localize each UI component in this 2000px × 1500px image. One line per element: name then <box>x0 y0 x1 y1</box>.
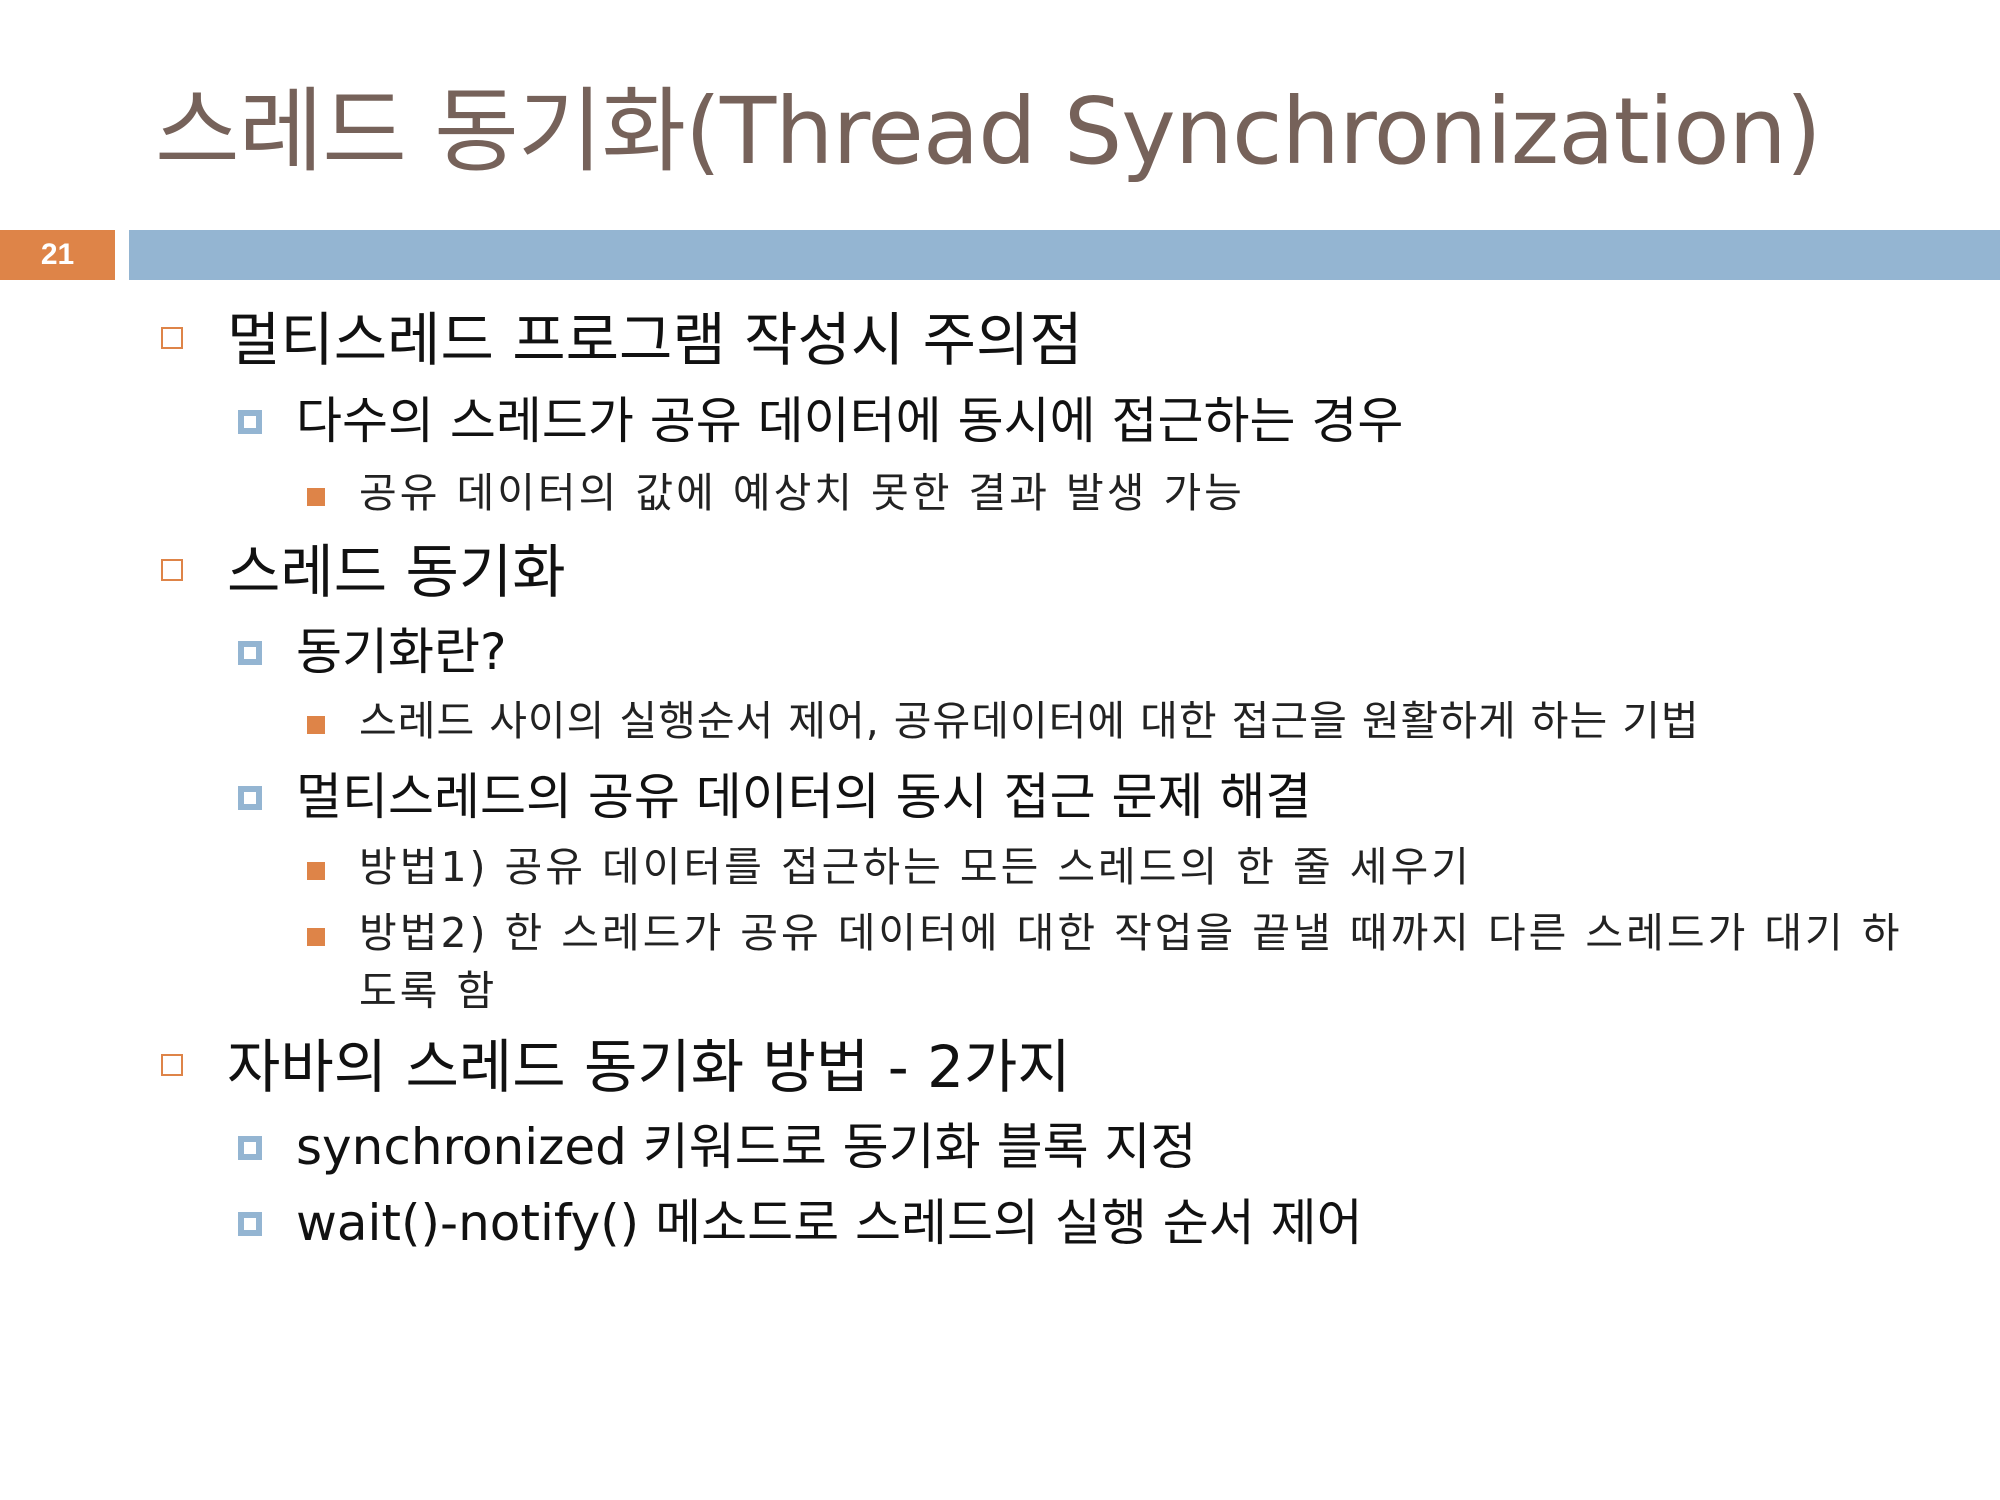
bullet-text: 방법2) 한 스레드가 공유 데이터에 대한 작업을 끝낼 때까지 다른 스레드… <box>359 909 1903 1015</box>
bullet-item-level2: 멀티스레드의 공유 데이터의 동시 접근 문제 해결 <box>238 762 1312 832</box>
bullet-item-level3: 스레드 사이의 실행순서 제어, 공유데이터에 대한 접근을 원활하게 하는 기… <box>307 692 1700 750</box>
bullet-text: 멀티스레드 프로그램 작성시 주의점 <box>227 306 1083 374</box>
blue-square-bullet-icon <box>238 641 262 665</box>
bullet-item-level3: 방법1) 공유 데이터를 접근하는 모든 스레드의 한 줄 세우기 <box>307 838 1472 896</box>
bullet-item-level3: 공유 데이터의 값에 예상치 못한 결과 발생 가능 <box>307 464 1245 522</box>
blue-square-bullet-icon <box>238 410 262 434</box>
bullet-item-level1: 자바의 스레드 동기화 방법 - 2가지 <box>161 1032 1071 1102</box>
orange-square-bullet-icon <box>307 488 325 506</box>
blue-square-bullet-icon <box>238 786 262 810</box>
bullet-text: 방법1) 공유 데이터를 접근하는 모든 스레드의 한 줄 세우기 <box>359 843 1472 891</box>
bullet-text: 동기화란? <box>296 623 507 681</box>
bullet-text: 공유 데이터의 값에 예상치 못한 결과 발생 가능 <box>359 469 1245 517</box>
bullet-item-level1: 스레드 동기화 <box>161 537 566 607</box>
bullet-item-level1: 멀티스레드 프로그램 작성시 주의점 <box>161 305 1083 375</box>
orange-square-bullet-icon <box>307 928 325 946</box>
hollow-square-bullet-icon <box>161 1054 183 1076</box>
blue-square-bullet-icon <box>238 1136 262 1160</box>
bullet-item-level2: 동기화란? <box>238 617 507 687</box>
hollow-square-bullet-icon <box>161 559 183 581</box>
bullet-item-level2: 다수의 스레드가 공유 데이터에 동시에 접근하는 경우 <box>238 386 1404 456</box>
bullet-text: 스레드 동기화 <box>227 538 566 606</box>
bullet-text: wait()-notify() 메소드로 스레드의 실행 순서 제어 <box>296 1194 1363 1252</box>
bullet-item-level2: wait()-notify() 메소드로 스레드의 실행 순서 제어 <box>238 1188 1363 1258</box>
hollow-square-bullet-icon <box>161 327 183 349</box>
bullet-item-level3: 방법2) 한 스레드가 공유 데이터에 대한 작업을 끝낼 때까지 다른 스레드… <box>307 904 1904 1020</box>
bullet-text: 다수의 스레드가 공유 데이터에 동시에 접근하는 경우 <box>296 392 1404 450</box>
bullet-text: 멀티스레드의 공유 데이터의 동시 접근 문제 해결 <box>296 768 1312 826</box>
bullet-text: synchronized 키워드로 동기화 블록 지정 <box>296 1118 1197 1176</box>
orange-square-bullet-icon <box>307 716 325 734</box>
orange-square-bullet-icon <box>307 862 325 880</box>
slide-body: 멀티스레드 프로그램 작성시 주의점 다수의 스레드가 공유 데이터에 동시에 … <box>0 0 2000 1500</box>
bullet-text: 자바의 스레드 동기화 방법 - 2가지 <box>227 1033 1071 1101</box>
bullet-item-level2: synchronized 키워드로 동기화 블록 지정 <box>238 1112 1197 1182</box>
blue-square-bullet-icon <box>238 1212 262 1236</box>
bullet-text: 스레드 사이의 실행순서 제어, 공유데이터에 대한 접근을 원활하게 하는 기… <box>359 697 1700 745</box>
